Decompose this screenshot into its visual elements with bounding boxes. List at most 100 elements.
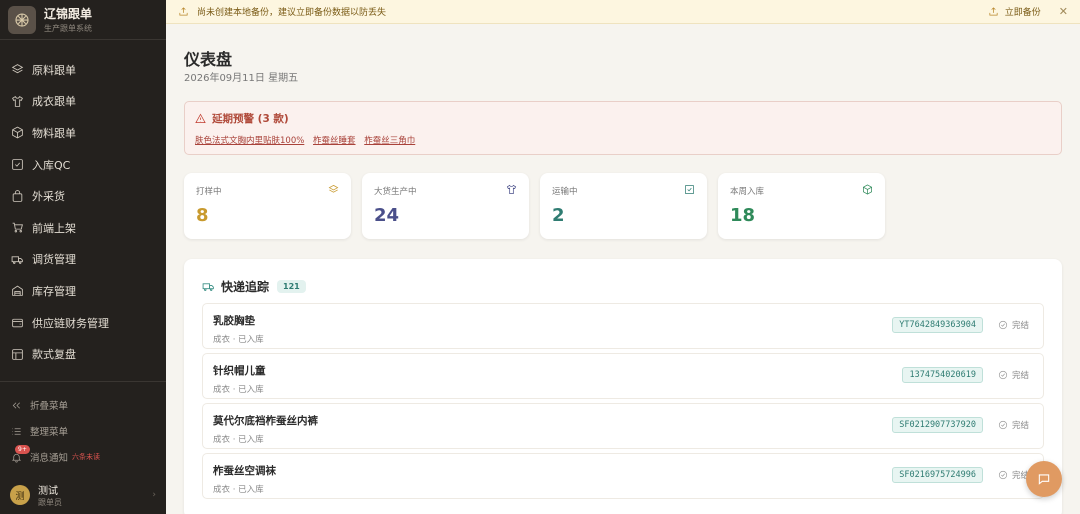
- status-badge: 完结: [998, 319, 1029, 331]
- status-text: 完结: [1011, 421, 1029, 431]
- alert-title: 延期预警 (3 款): [212, 113, 289, 125]
- user-name: 测试: [38, 486, 58, 497]
- truck-icon: [11, 256, 23, 264]
- sidebar-item-review[interactable]: 款式复盘: [0, 338, 166, 370]
- user-role: 跟单员: [38, 498, 62, 507]
- tracking-panel: 快递追踪 121 乳胶胸垫 成衣 · 已入库 YT7642849363904 完…: [184, 259, 1062, 514]
- box-icon: [12, 127, 23, 139]
- sidebar-item-transfer[interactable]: 调货管理: [0, 244, 166, 276]
- table-row[interactable]: 针织帽儿童 成衣 · 已入库 1374754020619 完结: [202, 353, 1044, 399]
- page-title: 仪表盘: [184, 50, 233, 69]
- tracking-title: 快递追踪: [221, 279, 270, 294]
- collapse-menu-button[interactable]: 折叠菜单: [0, 392, 166, 418]
- check-circle-icon: [998, 320, 1008, 330]
- status-badge: 完结: [998, 369, 1029, 381]
- stat-card-sampling[interactable]: 打样中 8: [184, 173, 351, 239]
- sidebar-item-listing[interactable]: 前端上架: [0, 212, 166, 244]
- sidebar-item-qc[interactable]: 入库QC: [0, 149, 166, 181]
- check-square-icon: [12, 159, 23, 170]
- delay-alert: 延期预警 (3 款) 肤色法式文胸内里贴肤100% 柞蚕丝睡套 柞蚕丝三角巾: [184, 101, 1062, 155]
- notification-badge: 9+: [15, 444, 30, 454]
- sidebar-item-material[interactable]: 物料跟单: [0, 117, 166, 149]
- stat-card-weekly-inbound[interactable]: 本周入库 18: [718, 173, 885, 239]
- shirt-icon: [12, 95, 23, 107]
- organize-menu-button[interactable]: 整理菜单: [0, 418, 166, 444]
- upload-icon: [179, 7, 188, 16]
- backup-now-button[interactable]: 立即备份: [988, 5, 1041, 18]
- backup-now-label: 立即备份: [1004, 8, 1041, 18]
- stat-value: 24: [374, 205, 400, 226]
- check-circle-icon: [998, 370, 1008, 380]
- check-circle-icon: [998, 420, 1008, 430]
- stat-value: 18: [730, 205, 756, 226]
- sidebar-item-label: 成衣跟单: [32, 95, 76, 109]
- alert-header: 延期预警 (3 款): [195, 111, 1051, 126]
- chevron-right-icon: ›: [152, 490, 156, 500]
- table-row[interactable]: 柞蚕丝空调袜 成衣 · 已入库 SF0216975724996 完结: [202, 453, 1044, 499]
- chevrons-left-icon: [12, 401, 20, 409]
- row-subtitle: 成衣 · 已入库: [213, 485, 264, 495]
- collapse-menu-label: 折叠菜单: [30, 401, 69, 412]
- main-content: 仪表盘 2026年09月11日 星期五 延期预警 (3 款) 肤色法式文胸内里贴…: [166, 24, 1080, 514]
- row-subtitle: 成衣 · 已入库: [213, 385, 264, 395]
- bag-icon: [12, 189, 23, 202]
- warning-icon: [195, 113, 206, 123]
- table-row[interactable]: 乳胶胸垫 成衣 · 已入库 YT7642849363904 完结: [202, 303, 1044, 349]
- stat-label: 本周入库: [730, 187, 765, 197]
- sidebar-nav: 原料跟单 成衣跟单 物料跟单 入库QC 外采货 前端上架 调货管理 库存管理 供…: [0, 40, 166, 370]
- stat-card-production[interactable]: 大货生产中 24: [362, 173, 529, 239]
- notifications-unread-text: 六条未读: [72, 453, 101, 461]
- table-row[interactable]: 莫代尔底裆柞蚕丝内裤 成衣 · 已入库 SF0212907737920 完结: [202, 403, 1044, 449]
- sidebar-item-finance[interactable]: 供应链财务管理: [0, 307, 166, 339]
- sidebar-item-outsourced[interactable]: 外采货: [0, 180, 166, 212]
- floating-action-button[interactable]: [1026, 461, 1062, 497]
- brand-subtitle: 生产跟单系统: [44, 24, 92, 33]
- alert-link[interactable]: 肤色法式文胸内里贴肤100%: [195, 136, 304, 146]
- notifications-button[interactable]: 9+ 消息通知 六条未读: [0, 444, 166, 470]
- tracking-number[interactable]: SF0216975724996: [892, 467, 983, 483]
- sidebar-item-label: 款式复盘: [32, 348, 76, 362]
- stat-label: 运输中: [552, 187, 578, 197]
- backup-banner: 尚未创建本地备份，建议立即备份数据以防丢失 立即备份 ✕: [166, 0, 1080, 24]
- stat-label: 打样中: [196, 187, 222, 197]
- truck-icon: [202, 282, 214, 291]
- sidebar-item-label: 前端上架: [32, 221, 76, 235]
- status-text: 完结: [1011, 371, 1029, 381]
- tracking-number[interactable]: SF0212907737920: [892, 417, 983, 433]
- sidebar-item-label: 外采货: [32, 190, 65, 204]
- user-profile[interactable]: 测 测试 跟单员 ›: [0, 474, 166, 514]
- sidebar-item-inventory[interactable]: 库存管理: [0, 275, 166, 307]
- alert-link[interactable]: 柞蚕丝三角巾: [364, 136, 415, 146]
- organize-menu-label: 整理菜单: [30, 427, 69, 438]
- shirt-icon: [506, 184, 517, 194]
- sidebar: 辽锦跟单 生产跟单系统 原料跟单 成衣跟单 物料跟单 入库QC 外采货 前端上架: [0, 0, 166, 514]
- layers-icon: [328, 184, 339, 193]
- page-date: 2026年09月11日 星期五: [184, 73, 299, 84]
- brand-title: 辽锦跟单: [44, 7, 93, 21]
- box-icon: [863, 184, 872, 195]
- stat-value: 2: [552, 205, 565, 226]
- upload-icon: [989, 7, 998, 16]
- sidebar-footer: 折叠菜单 整理菜单 9+ 消息通知 六条未读 测 测试 跟单员 ›: [0, 381, 166, 514]
- stat-label: 大货生产中: [374, 187, 417, 197]
- status-badge: 完结: [998, 469, 1029, 481]
- brand: 辽锦跟单 生产跟单系统: [0, 0, 166, 40]
- stat-value: 8: [196, 205, 209, 226]
- tracking-number[interactable]: 1374754020619: [902, 367, 983, 383]
- close-icon[interactable]: ✕: [1059, 5, 1068, 18]
- layers-icon: [11, 64, 24, 74]
- sidebar-item-raw-material[interactable]: 原料跟单: [0, 54, 166, 86]
- row-subtitle: 成衣 · 已入库: [213, 435, 264, 445]
- wallet-icon: [12, 318, 23, 328]
- stat-card-shipping[interactable]: 运输中 2: [540, 173, 707, 239]
- bell-icon-wrap: 9+: [11, 444, 30, 463]
- sidebar-item-garment[interactable]: 成衣跟单: [0, 86, 166, 118]
- tracking-number[interactable]: YT7642849363904: [892, 317, 983, 333]
- warehouse-icon: [12, 286, 23, 297]
- status-text: 完结: [1011, 321, 1029, 331]
- alert-link[interactable]: 柞蚕丝睡套: [313, 136, 356, 146]
- sidebar-item-label: 物料跟单: [32, 126, 76, 140]
- row-subtitle: 成衣 · 已入库: [213, 335, 264, 345]
- alert-links: 肤色法式文胸内里贴肤100% 柞蚕丝睡套 柞蚕丝三角巾: [195, 134, 1051, 146]
- avatar: 测: [10, 485, 30, 505]
